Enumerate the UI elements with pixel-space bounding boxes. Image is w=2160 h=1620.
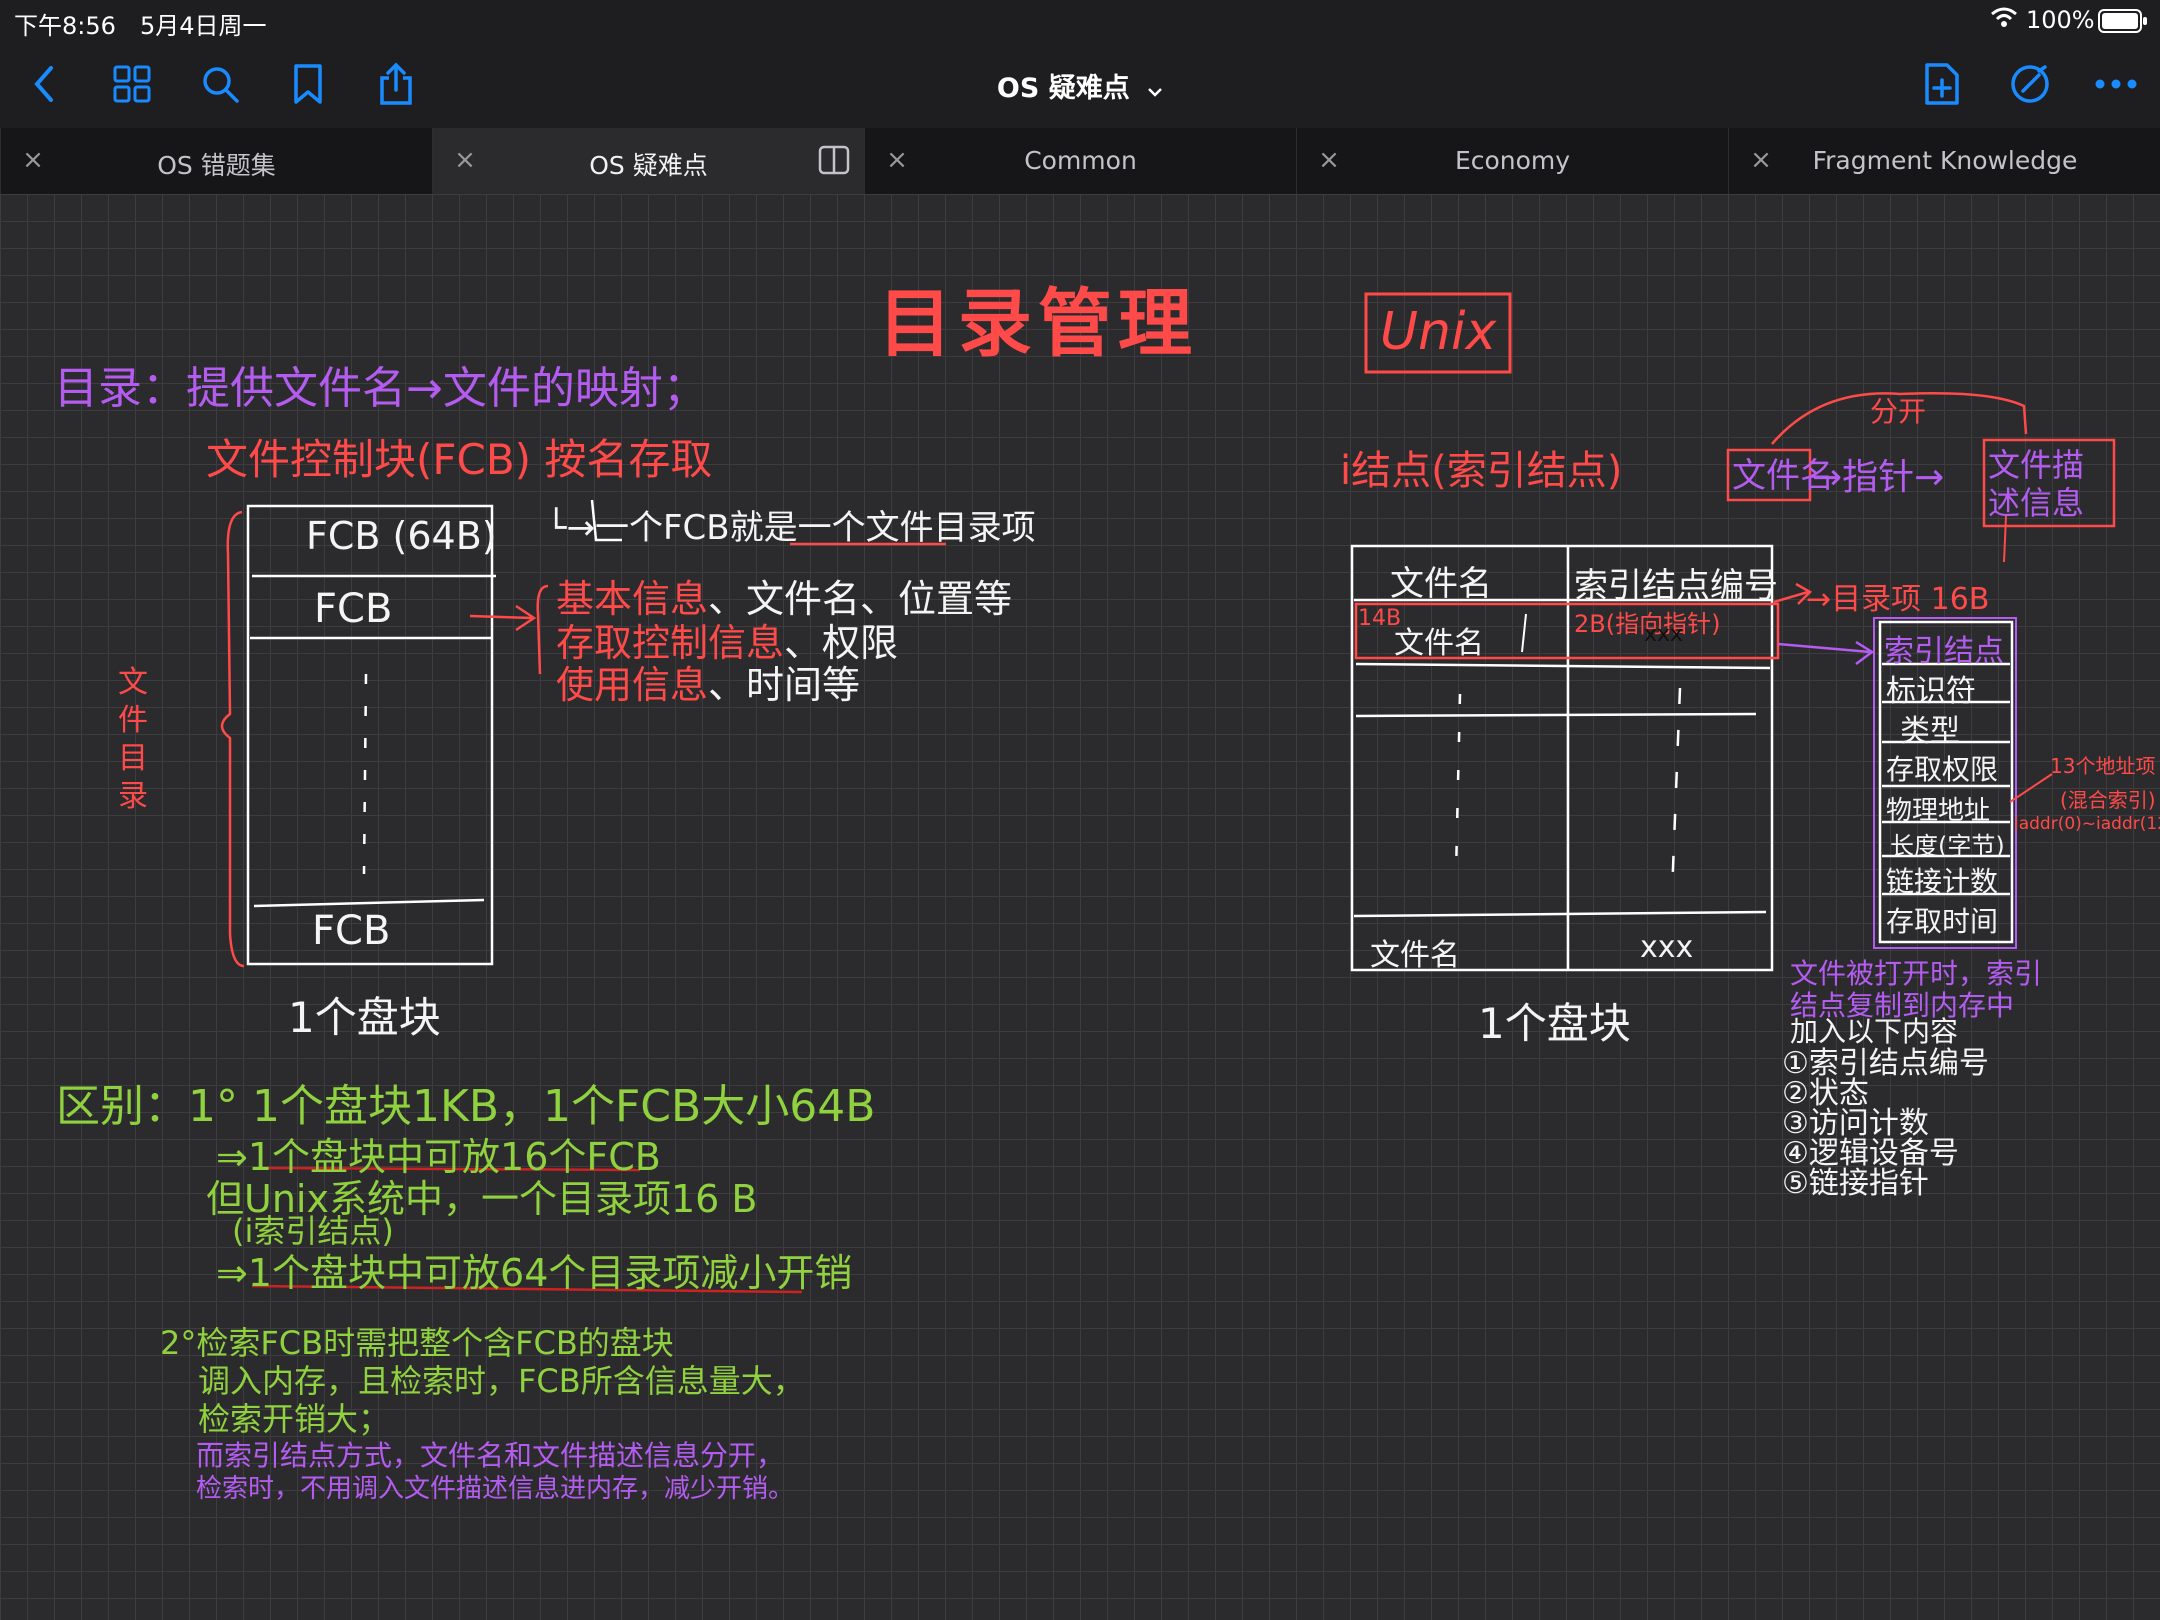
tab-common[interactable]: × Common [864,128,1296,194]
inode-address-line: (混合索引) [2060,788,2156,812]
inode-field: 索引结点 [1884,634,2004,669]
inode-field: 链接计数 [1886,865,1999,898]
inode-field: 物理地址 [1886,796,1991,826]
close-icon[interactable]: × [1745,144,1777,176]
directory-definition: 目录：提供文件名→文件的映射； [54,363,707,414]
bookmark-icon[interactable] [282,58,334,110]
battery-percent: 100% [2026,6,2095,34]
fcb-row-last: FCB [312,908,391,954]
inode-heading: i结点(索引结点) [1340,448,1623,494]
page-title: 目录管理 [878,281,1198,367]
pen-icon[interactable] [2004,58,2056,110]
inode-field: 存取时间 [1886,905,1999,938]
unix-col-inode-number: 索引结点编号 [1574,566,1778,606]
tab-label: Fragment Knowledge [1812,146,2078,175]
close-icon[interactable]: × [881,144,913,176]
tab-label: Economy [1454,146,1571,175]
inode-field: 长度(字节) [1890,832,2005,860]
fcb-heading: 文件控制块(FCB) 按名存取 [206,435,713,484]
unix-col-filename: 文件名 [1390,564,1492,604]
share-icon[interactable] [370,58,422,110]
split-view-icon[interactable] [818,144,850,180]
tab-label: Common [1024,146,1137,175]
inode-flow-pointer: →指针→ [1812,457,1945,498]
grid-icon[interactable] [106,58,158,110]
difference2-line: 检索时，不用调入文件描述信息进内存，减少开销。 [196,1474,795,1504]
fcb-row-1: FCB (64B) [306,514,497,558]
unix-label: Unix [1380,302,1497,362]
tab-os-errors[interactable]: × OS 错题集 [0,128,432,194]
status-time: 下午8:56 [14,12,116,40]
tab-os-difficulties[interactable]: × OS 疑难点 [432,128,864,194]
unix-row-filename: 文件名 [1394,626,1484,661]
tab-label: OS 疑难点 [589,151,708,180]
difference-line: ⇒1个盘块中可放64个目录项减小开销 [216,1251,853,1295]
unix-row-mark: xxx [1644,622,1684,647]
inode-flow-descriptor: 文件描述信息 [1988,446,2085,522]
tab-fragment-knowledge[interactable]: × Fragment Knowledge [1728,128,2160,194]
status-date: 5月4日周一 [140,12,267,40]
file-directory-label: 文件目录 [118,665,148,814]
close-icon[interactable]: × [449,144,481,176]
unix-last-filename: 文件名 [1370,938,1460,973]
inode-field: 标识符 [1886,674,1976,709]
wifi-icon [1990,6,2018,34]
document-title-label: OS 疑难点 [996,73,1130,104]
battery-icon [2098,9,2148,39]
add-page-icon[interactable] [1916,58,1968,110]
close-icon[interactable]: × [1313,144,1345,176]
difference-line: 区别：1° 1个盘块1KB，1个FCB大小64B [56,1081,876,1132]
note-canvas[interactable]: 目录管理 Unix 目录：提供文件名→文件的映射； 文件控制块(FCB) 按名存… [0,194,2160,1620]
tab-label: OS 错题集 [157,151,276,180]
inode-flow-split-label: 分开 [1870,395,1927,428]
chevron-down-icon [1147,74,1163,105]
back-icon[interactable] [18,58,70,110]
unix-last-inode: xxx [1640,930,1694,965]
inode-address-line: iaddr(0)~iaddr(12) [2014,814,2160,834]
open-note-item: ⑤链接指针 [1782,1166,1929,1201]
tab-economy[interactable]: × Economy [1296,128,1728,194]
directory-entry-size: →目录项 16B [1806,582,1990,617]
unix-block-caption: 1个盘块 [1478,999,1631,1048]
toolbar: OS 疑难点 [0,40,2160,128]
tab-bar: × OS 错题集 × OS 疑难点 × Common × Economy × F… [0,128,2160,194]
fcb-info-item: 使用信息、时间等 [556,663,861,707]
fcb-row-2: FCB [314,586,393,632]
status-bar: 下午8:56 5月4日周一 100% [0,0,2160,40]
inode-address-line: 13个地址项 [2050,754,2156,778]
fcb-block-caption: 1个盘块 [288,993,441,1042]
close-icon[interactable]: × [17,144,49,176]
more-icon[interactable] [2090,58,2142,110]
search-icon[interactable] [194,58,246,110]
inode-field: 类型 [1900,714,1960,749]
fcb-note: └→一个FCB就是一个文件目录项 [546,508,1036,548]
inode-field: 存取权限 [1886,753,1999,786]
